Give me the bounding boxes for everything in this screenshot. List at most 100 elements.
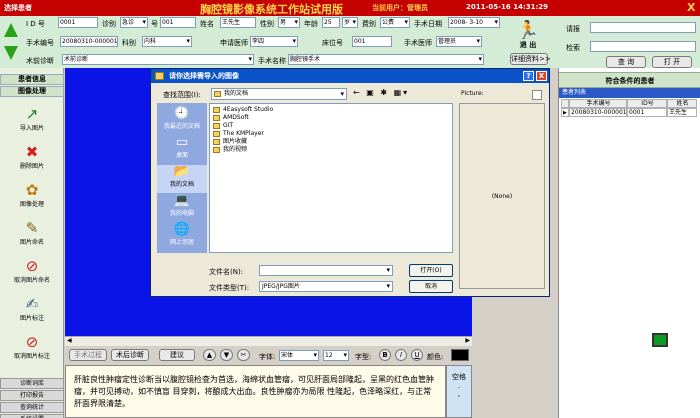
file-list[interactable]: 4Easysoft Studio AMDSoft GIT The KMPlayer 图片… — [209, 103, 453, 253]
place-item[interactable]: 🌐 网上邻居 — [157, 223, 207, 251]
tool-label: 取消图片标注 — [13, 353, 50, 360]
place-item[interactable]: 🕘 我最近的文档 — [157, 107, 207, 135]
tool-button[interactable]: ✎ 图片命名 — [0, 220, 64, 246]
place-item[interactable]: ▭ 桌面 — [157, 136, 207, 164]
tool-button[interactable]: ✖ 删除图片 — [0, 144, 64, 170]
bottom-menu-item[interactable]: 查询统计 — [0, 402, 64, 413]
italic-button[interactable]: I — [395, 349, 407, 361]
patient-info-tab[interactable]: 患者信息 — [0, 74, 64, 85]
open-button[interactable]: 打 开 — [652, 56, 692, 68]
filename-input[interactable] — [259, 265, 393, 276]
search-label: 检索 — [566, 44, 580, 52]
tool-button[interactable]: ⊘ 取消图片命名 — [0, 258, 64, 284]
bottom-menu-item[interactable]: 系统设置 — [0, 414, 64, 418]
bold-button[interactable]: B — [379, 349, 391, 361]
arrow-down-icon[interactable] — [4, 46, 18, 60]
sex-label: 性别 — [260, 20, 274, 28]
folder-icon — [214, 91, 221, 97]
list-item[interactable]: The KMPlayer — [213, 130, 449, 138]
close-icon[interactable]: X — [687, 1, 695, 14]
picture-label: Picture: — [461, 90, 484, 97]
dept-select[interactable]: 内科 — [142, 36, 192, 47]
age-unit-select[interactable]: 岁 — [342, 17, 358, 28]
underline-button[interactable]: U — [411, 349, 423, 361]
tool-button[interactable]: ✿ 图像处理 — [0, 182, 64, 208]
filetype-select[interactable]: JPEG/JPG图片 — [259, 281, 393, 292]
running-man-icon: 🏃 — [516, 20, 540, 41]
preop-select[interactable]: 术前诊断 — [62, 54, 254, 65]
name-input[interactable]: 王先生 — [220, 17, 256, 28]
scissors-icon[interactable]: ✂ — [237, 349, 250, 361]
tool-button[interactable]: ↗ 导入图片 — [0, 106, 64, 132]
lookin-select[interactable]: 我的文档 — [211, 88, 347, 100]
column-header[interactable]: 姓名 — [667, 99, 697, 108]
sex-select[interactable]: 男 — [278, 17, 300, 28]
doctor-select[interactable]: 李四 — [250, 36, 298, 47]
bed-input[interactable]: 001 — [352, 36, 392, 47]
font-label: 字体: — [259, 353, 276, 361]
dialog-close-button[interactable]: X — [536, 71, 547, 81]
doctor-label: 申请医师 — [220, 39, 248, 47]
arrow-up-icon[interactable] — [4, 23, 18, 37]
tool-button[interactable]: ✍ 图片标注 — [0, 296, 64, 322]
dialog-cancel-button[interactable]: 取消 — [409, 280, 453, 293]
query-button[interactable]: 查 询 — [606, 56, 646, 68]
font-select[interactable]: 宋体 — [279, 350, 319, 361]
detail-button[interactable]: 详细资料>> — [510, 53, 551, 65]
color-swatch[interactable] — [451, 349, 469, 361]
scroll-left-icon[interactable]: ◀ — [67, 337, 72, 344]
tool-button[interactable]: ⊘ 取消图片标注 — [0, 334, 64, 360]
dept-label: 科别 — [122, 39, 136, 47]
column-header[interactable]: ID号 — [627, 99, 667, 108]
help-button[interactable]: ? — [523, 71, 534, 81]
procedure-button[interactable]: 手术过程 — [69, 349, 107, 361]
exit-button[interactable]: 🏃 退 出 — [508, 22, 548, 50]
id-input[interactable]: 0001 — [58, 17, 98, 28]
dialog-open-button[interactable]: 打开(O) — [409, 264, 453, 277]
fee-select[interactable]: 公费 — [380, 17, 410, 28]
report-textarea[interactable]: 肝脏良性肿瘤定性诊断当以腹腔镜检查为首选，海绵状血管瘤，可见肝面局部隆起，呈黑的… — [65, 365, 446, 418]
image-process-tab[interactable]: 图像处理 — [0, 86, 64, 97]
list-item[interactable]: GIT — [213, 122, 449, 130]
suggestion-button[interactable]: 建议 — [159, 349, 195, 361]
filetype-label: 文件类型(T): — [209, 284, 250, 292]
picture-preview: (None) — [459, 90, 545, 289]
search-input[interactable] — [590, 41, 696, 52]
list-item[interactable]: 4Easysoft Studio — [213, 106, 449, 114]
tool-label: 取消图片命名 — [13, 277, 50, 284]
folder-icon — [213, 115, 220, 121]
column-header[interactable]: 手术编号 — [569, 99, 627, 108]
list-item[interactable]: AMDSoft — [213, 114, 449, 122]
list-item[interactable]: 我的视频 — [213, 146, 449, 154]
bottom-menu-item[interactable]: 诊断词库 — [0, 378, 64, 389]
opname-select[interactable]: 胸腔镜手术 — [288, 54, 484, 65]
navigation-icons[interactable]: ← ▣ ✱ ▦▾ — [353, 88, 409, 97]
arrow-down-small-icon[interactable]: ▼ — [220, 349, 233, 361]
id-label: I D 号 — [26, 20, 45, 28]
space-button[interactable]: 空格 . , — [446, 365, 472, 418]
places-bar: 🕘 我最近的文档 ▭ 桌面 📂 我的文档 💻 我的电脑 🌐 网上邻居 — [157, 103, 207, 253]
window-title: 胸腔镜影像系统工作站试用版 — [200, 3, 343, 16]
scroll-right-icon[interactable]: ▶ — [465, 337, 470, 344]
horizontal-scrollbar[interactable]: ◀ ▶ — [65, 336, 472, 346]
tool-icon: ↗ — [25, 105, 39, 123]
list-item[interactable]: 图片收藏 — [213, 138, 449, 146]
folder-icon — [213, 131, 220, 137]
font-size-select[interactable]: 12 — [323, 350, 349, 361]
report-input[interactable] — [590, 22, 696, 33]
surgeon-select[interactable]: 管理员 — [436, 36, 482, 47]
table-row[interactable]: ▶ 20080310-000001 0001 王先生 — [561, 108, 697, 117]
postop-diagnosis-button[interactable]: 术后诊断 — [111, 349, 149, 361]
folder-icon — [213, 107, 220, 113]
date-picker[interactable]: 2008- 3-10 — [448, 17, 500, 28]
place-label: 我最近的文档 — [163, 123, 200, 130]
place-item[interactable]: 📂 我的文档 — [157, 165, 207, 193]
arrow-up-small-icon[interactable]: ▲ — [203, 349, 216, 361]
number-input[interactable]: 001 — [160, 17, 196, 28]
visit-select[interactable]: 急诊 — [120, 17, 148, 28]
opno-input[interactable]: 20080310-000001 — [60, 36, 118, 47]
age-input[interactable]: 25 — [322, 17, 340, 28]
preview-toggle-icon[interactable] — [532, 90, 542, 100]
place-item[interactable]: 💻 我的电脑 — [157, 194, 207, 222]
bottom-menu-item[interactable]: 打印报告 — [0, 390, 64, 401]
